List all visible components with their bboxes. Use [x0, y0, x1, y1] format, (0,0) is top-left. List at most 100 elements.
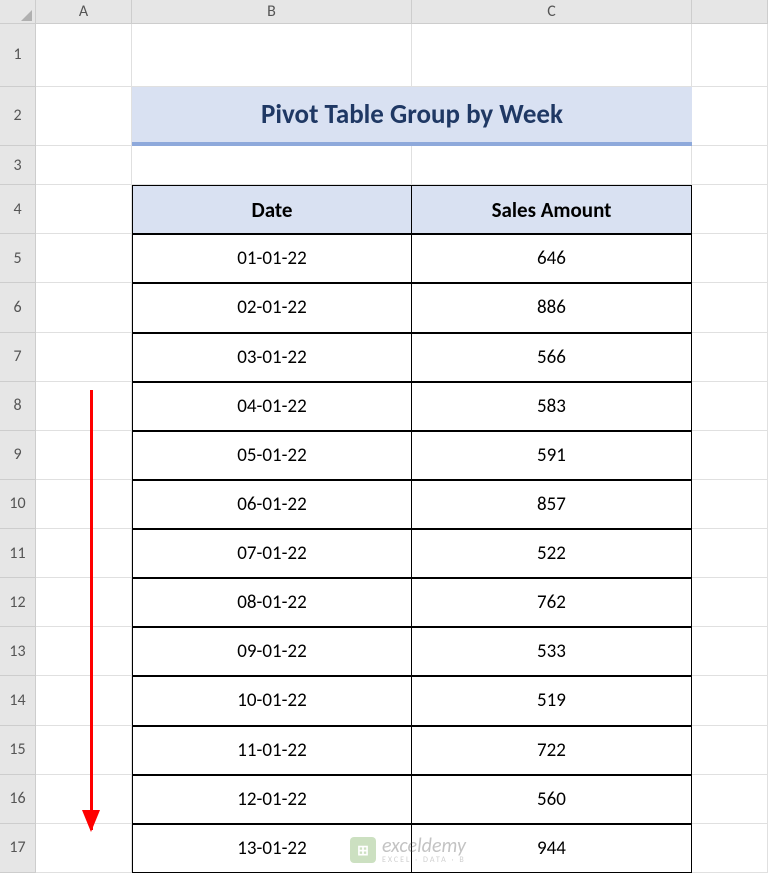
cell[interactable]: [692, 824, 768, 873]
table-row: 13 09-01-22 533: [0, 627, 768, 676]
date-cell[interactable]: 04-01-22: [132, 382, 412, 431]
amount-cell[interactable]: 533: [412, 627, 692, 676]
spreadsheet: A B C 1 2 Pivot Table Group by Week 3 4 …: [0, 0, 768, 873]
row-header[interactable]: 12: [0, 578, 36, 627]
row-header[interactable]: 2: [0, 87, 36, 146]
cell[interactable]: [412, 24, 692, 87]
cell[interactable]: [36, 529, 132, 578]
table-row: 16 12-01-22 560: [0, 775, 768, 824]
cell[interactable]: [692, 775, 768, 824]
row-header[interactable]: 4: [0, 185, 36, 234]
amount-cell[interactable]: 566: [412, 333, 692, 382]
header-date[interactable]: Date: [132, 185, 412, 234]
cell[interactable]: [132, 146, 412, 185]
row-header[interactable]: 5: [0, 234, 36, 283]
cell[interactable]: [36, 676, 132, 725]
cell[interactable]: [692, 185, 768, 234]
title-cell[interactable]: Pivot Table Group by Week: [132, 87, 692, 146]
date-cell[interactable]: 10-01-22: [132, 676, 412, 725]
col-header-b[interactable]: B: [132, 0, 412, 24]
amount-cell[interactable]: 591: [412, 431, 692, 480]
amount-cell[interactable]: 522: [412, 529, 692, 578]
row-header[interactable]: 17: [0, 824, 36, 873]
watermark-icon: ⊞: [350, 837, 376, 863]
cell[interactable]: [132, 24, 412, 87]
date-cell[interactable]: 09-01-22: [132, 627, 412, 676]
date-cell[interactable]: 11-01-22: [132, 726, 412, 775]
date-cell[interactable]: 02-01-22: [132, 283, 412, 332]
row-header[interactable]: 15: [0, 726, 36, 775]
col-header-a[interactable]: A: [36, 0, 132, 24]
cell[interactable]: [692, 234, 768, 283]
amount-cell[interactable]: 560: [412, 775, 692, 824]
amount-cell[interactable]: 886: [412, 283, 692, 332]
date-cell[interactable]: 12-01-22: [132, 775, 412, 824]
row-header[interactable]: 11: [0, 529, 36, 578]
row-header[interactable]: 10: [0, 480, 36, 529]
col-header-d[interactable]: [692, 0, 768, 24]
cell[interactable]: [36, 234, 132, 283]
cell[interactable]: [36, 146, 132, 185]
cell[interactable]: [36, 627, 132, 676]
cell[interactable]: [692, 24, 768, 87]
cell[interactable]: [692, 146, 768, 185]
date-cell[interactable]: 03-01-22: [132, 333, 412, 382]
cell[interactable]: [36, 726, 132, 775]
watermark-text: exceldemy EXCEL · DATA · B: [382, 836, 466, 864]
cell[interactable]: [692, 578, 768, 627]
cell[interactable]: [692, 87, 768, 146]
cell[interactable]: [692, 480, 768, 529]
cell[interactable]: [36, 283, 132, 332]
cell[interactable]: [692, 726, 768, 775]
cell[interactable]: [36, 333, 132, 382]
cell[interactable]: [692, 529, 768, 578]
row-header[interactable]: 1: [0, 24, 36, 87]
header-sales-amount[interactable]: Sales Amount: [412, 185, 692, 234]
table-row: 6 02-01-22 886: [0, 283, 768, 332]
cell[interactable]: [36, 185, 132, 234]
cell[interactable]: [692, 431, 768, 480]
amount-cell[interactable]: 857: [412, 480, 692, 529]
cell[interactable]: [36, 87, 132, 146]
cell[interactable]: [692, 627, 768, 676]
date-cell[interactable]: 08-01-22: [132, 578, 412, 627]
row-header[interactable]: 6: [0, 283, 36, 332]
date-cell[interactable]: 07-01-22: [132, 529, 412, 578]
row-header[interactable]: 9: [0, 431, 36, 480]
table-row: 9 05-01-22 591: [0, 431, 768, 480]
amount-cell[interactable]: 583: [412, 382, 692, 431]
date-cell[interactable]: 06-01-22: [132, 480, 412, 529]
cell[interactable]: [692, 333, 768, 382]
select-all-corner[interactable]: [0, 0, 36, 24]
cell[interactable]: [36, 480, 132, 529]
row-1: 1: [0, 24, 768, 87]
cell[interactable]: [692, 382, 768, 431]
down-arrow-annotation: [90, 390, 93, 830]
date-cell[interactable]: 01-01-22: [132, 234, 412, 283]
cell[interactable]: [36, 382, 132, 431]
table-row: 8 04-01-22 583: [0, 382, 768, 431]
amount-cell[interactable]: 646: [412, 234, 692, 283]
watermark: ⊞ exceldemy EXCEL · DATA · B: [350, 836, 466, 864]
row-4: 4 Date Sales Amount: [0, 185, 768, 234]
row-header[interactable]: 13: [0, 627, 36, 676]
row-header[interactable]: 3: [0, 146, 36, 185]
amount-cell[interactable]: 519: [412, 676, 692, 725]
table-row: 15 11-01-22 722: [0, 726, 768, 775]
cell[interactable]: [692, 283, 768, 332]
col-header-c[interactable]: C: [412, 0, 692, 24]
row-header[interactable]: 16: [0, 775, 36, 824]
amount-cell[interactable]: 722: [412, 726, 692, 775]
amount-cell[interactable]: 762: [412, 578, 692, 627]
date-cell[interactable]: 05-01-22: [132, 431, 412, 480]
row-header[interactable]: 8: [0, 382, 36, 431]
table-row: 10 06-01-22 857: [0, 480, 768, 529]
table-row: 5 01-01-22 646: [0, 234, 768, 283]
row-header[interactable]: 14: [0, 676, 36, 725]
cell[interactable]: [36, 578, 132, 627]
row-header[interactable]: 7: [0, 333, 36, 382]
cell[interactable]: [36, 431, 132, 480]
cell[interactable]: [36, 24, 132, 87]
cell[interactable]: [412, 146, 692, 185]
cell[interactable]: [692, 676, 768, 725]
